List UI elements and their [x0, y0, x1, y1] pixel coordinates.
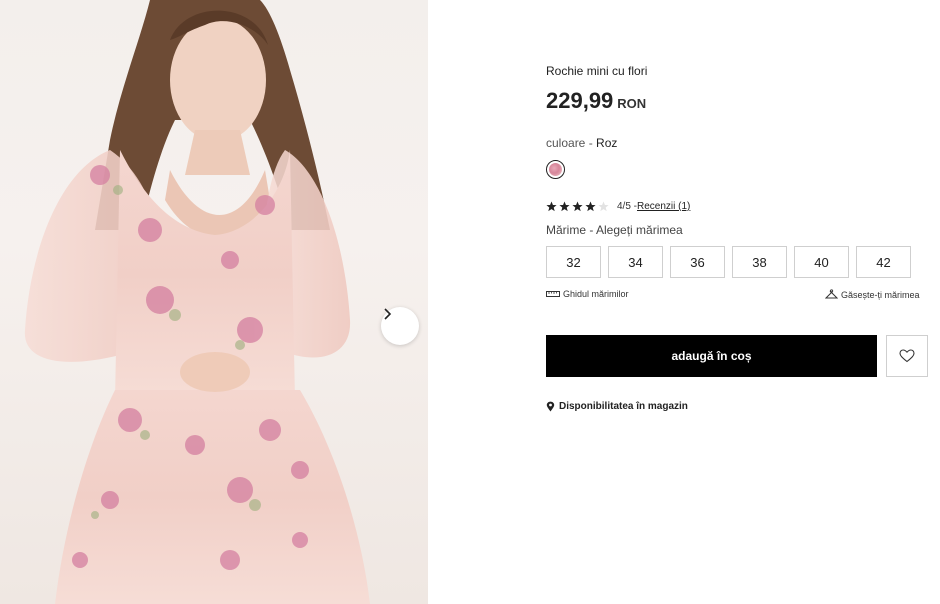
wishlist-button[interactable]	[886, 335, 928, 377]
color-label-prefix: culoare -	[546, 136, 597, 150]
product-image-gallery	[0, 0, 428, 604]
size-option[interactable]: 34	[608, 246, 663, 278]
color-label: culoare - Roz	[546, 136, 617, 150]
product-title: Rochie mini cu flori	[546, 64, 648, 78]
size-finder-link[interactable]: Găsește-ți mărimea	[825, 289, 920, 300]
store-availability-label: Disponibilitatea în magazin	[559, 401, 688, 412]
size-finder-label: Găsește-ți mărimea	[841, 289, 920, 300]
size-guide-label: Ghidul mărimilor	[563, 289, 629, 299]
size-option[interactable]: 32	[546, 246, 601, 278]
star-empty-icon	[598, 201, 609, 212]
rating-summary: 4/5 - Recenzii (1)	[546, 201, 690, 212]
rating-score: 4/5 -	[617, 201, 638, 212]
color-value: Roz	[596, 136, 618, 150]
price-amount: 229,99	[546, 88, 614, 113]
heart-icon	[899, 349, 915, 363]
star-icon	[546, 201, 557, 212]
star-icon	[559, 201, 570, 212]
size-selector: 32 34 36 38 40 42	[546, 246, 911, 278]
location-pin-icon	[546, 401, 555, 412]
hanger-icon	[825, 289, 838, 299]
chevron-right-icon	[384, 308, 392, 320]
size-option[interactable]: 38	[732, 246, 787, 278]
size-option[interactable]: 42	[856, 246, 911, 278]
swatch-fill	[549, 163, 562, 176]
size-option[interactable]: 36	[670, 246, 725, 278]
product-price: 229,99 RON	[546, 88, 646, 114]
next-image-button[interactable]	[381, 307, 419, 345]
price-currency: RON	[617, 96, 647, 111]
color-swatch-roz[interactable]	[546, 160, 565, 179]
reviews-link[interactable]: Recenzii (1)	[637, 201, 690, 212]
star-rating	[546, 201, 609, 212]
star-icon	[572, 201, 583, 212]
ruler-icon	[546, 291, 560, 297]
add-to-cart-button[interactable]: adaugă în coș	[546, 335, 877, 377]
size-option[interactable]: 40	[794, 246, 849, 278]
star-icon	[585, 201, 596, 212]
store-availability-link[interactable]: Disponibilitatea în magazin	[546, 401, 688, 412]
size-label: Mărime - Alegeți mărimea	[546, 223, 683, 237]
size-guide-link[interactable]: Ghidul mărimilor	[546, 289, 629, 299]
product-photo	[24, 0, 370, 604]
